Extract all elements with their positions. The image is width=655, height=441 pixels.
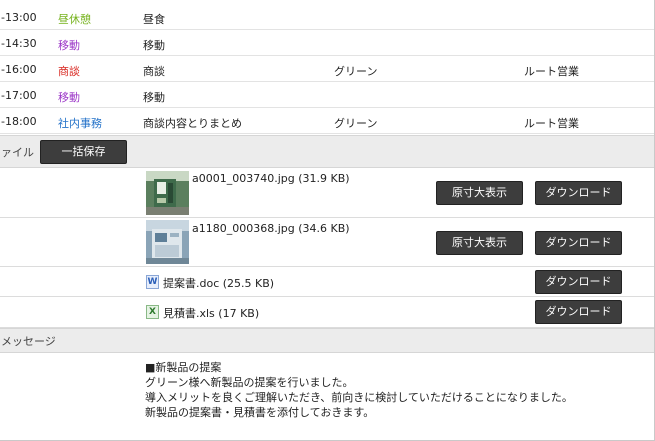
schedule-row: -16:00 商談 商談 グリーン ルート営業 [0,56,654,82]
schedule-desc: 移動 [143,39,165,52]
download-button[interactable]: ダウンロード [535,300,622,324]
schedule-type: 移動 [58,39,80,52]
file-name[interactable]: 提案書.doc (25.5 KB) [163,275,274,291]
view-original-button[interactable]: 原寸大表示 [436,231,523,255]
message-line: 導入メリットを良くご理解いただき、前向きに検討していただけることになりました。 [145,391,573,404]
schedule-type: 商談 [58,65,80,78]
file-name[interactable]: 見積書.xls (17 KB) [163,305,259,321]
message-line: ■新製品の提案 [145,361,222,374]
files-section-label: ァイル [1,145,34,159]
schedule-time: -14:30 [1,37,37,50]
schedule-type: 昼休憩 [58,13,91,26]
excel-sheet-icon: X [146,305,159,319]
file-name[interactable]: a0001_003740.jpg (31.9 KB) [192,172,350,185]
schedule-row: -14:30 移動 移動 [0,30,654,56]
download-button[interactable]: ダウンロード [535,270,622,294]
schedule-desc: 昼食 [143,13,165,26]
files-section-header: ァイル 一括保存 [0,135,654,168]
file-row: X 見積書.xls (17 KB) ダウンロード [0,297,654,328]
schedule-customer: グリーン [334,65,378,78]
schedule-route: ルート営業 [524,117,579,130]
file-row: a1180_000368.jpg (34.6 KB) 原寸大表示 ダウンロード [0,218,654,267]
schedule-row: -13:00 昼休憩 昼食 [0,4,654,30]
schedule-desc: 商談内容とりまとめ [143,117,242,130]
message-body: ■新製品の提案 グリーン様へ新製品の提案を行いました。 導入メリットを良くご理解… [145,360,573,420]
schedule-time: -13:00 [1,11,37,24]
message-section-label: メッセージ [1,334,56,348]
schedule-row: -17:00 移動 移動 [0,82,654,108]
image-thumbnail[interactable] [146,171,189,215]
schedule-desc: 商談 [143,65,165,78]
message-line: 新製品の提案書・見積書を添付しておきます。 [145,406,375,419]
schedule-customer: グリーン [334,117,378,130]
file-name[interactable]: a1180_000368.jpg (34.6 KB) [192,222,350,235]
report-detail-panel: -13:00 昼休憩 昼食 -14:30 移動 移動 -16:00 商談 商談 … [0,0,655,441]
file-row: a0001_003740.jpg (31.9 KB) 原寸大表示 ダウンロード [0,168,654,218]
bulk-save-button[interactable]: 一括保存 [40,140,127,164]
message-line: グリーン様へ新製品の提案を行いました。 [145,376,354,389]
schedule-time: -18:00 [1,115,37,128]
view-original-button[interactable]: 原寸大表示 [436,181,523,205]
download-button[interactable]: ダウンロード [535,231,622,255]
schedule-route: ルート営業 [524,65,579,78]
word-document-icon: W [146,275,159,289]
file-row: W 提案書.doc (25.5 KB) ダウンロード [0,267,654,297]
schedule-time: -16:00 [1,63,37,76]
schedule-time: -17:00 [1,89,37,102]
schedule-desc: 移動 [143,91,165,104]
image-thumbnail[interactable] [146,220,189,264]
download-button[interactable]: ダウンロード [535,181,622,205]
schedule-type: 社内事務 [58,117,102,130]
schedule-row: -18:00 社内事務 商談内容とりまとめ グリーン ルート営業 [0,108,654,134]
message-section-header: メッセージ [0,328,654,353]
schedule-type: 移動 [58,91,80,104]
